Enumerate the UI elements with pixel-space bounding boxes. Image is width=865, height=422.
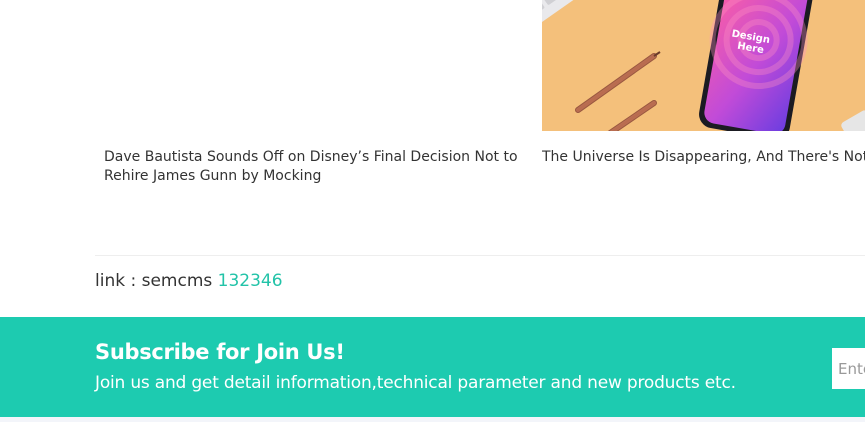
news-card-image[interactable]: Design Here — [542, 0, 865, 131]
news-title-link[interactable]: The Universe Is Disappearing, And There'… — [542, 148, 865, 167]
phone-and-pens-illustration: Design Here — [542, 0, 865, 131]
email-field[interactable] — [832, 348, 865, 389]
friend-link[interactable]: 132346 — [218, 271, 283, 291]
friend-links-row: link : semcms 132346 — [95, 271, 283, 291]
page: Design Here Dave Bautista Sounds Off on … — [0, 0, 865, 422]
subscribe-title: Subscribe for Join Us! — [95, 340, 345, 364]
subscribe-section: Subscribe for Join Us! Join us and get d… — [0, 317, 865, 417]
divider — [95, 255, 865, 256]
footer-strip — [0, 417, 865, 422]
friend-links-label: link : semcms — [95, 271, 213, 291]
news-title-link[interactable]: Dave Bautista Sounds Off on Disney’s Fin… — [104, 148, 524, 186]
subscribe-description: Join us and get detail information,techn… — [95, 373, 736, 393]
